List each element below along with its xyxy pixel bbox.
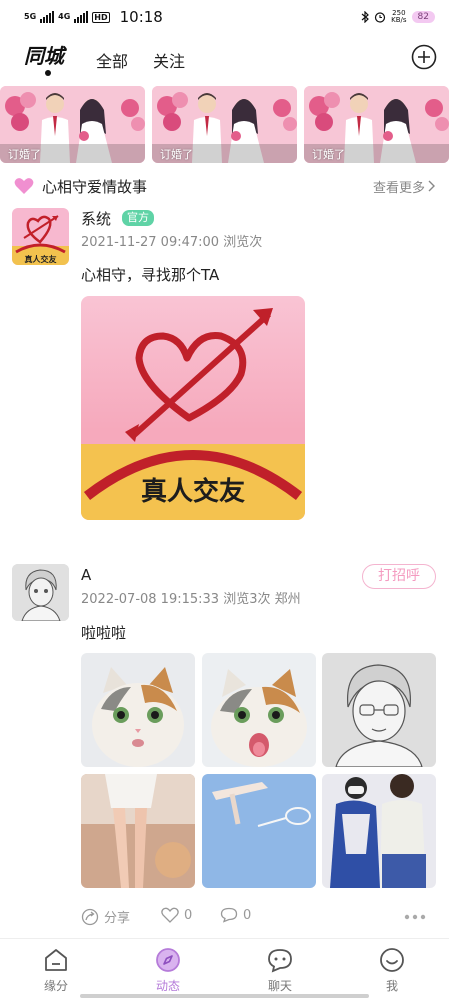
top-navigation: 同城 全部 关注 [0, 38, 449, 80]
post-thumbnail[interactable] [202, 774, 316, 888]
pink-heart-icon [14, 178, 34, 194]
cat-photo [81, 653, 195, 767]
tab-label: 动态 [155, 979, 180, 993]
story-banner[interactable]: 订婚了 [0, 86, 145, 163]
post-action-bar: 分享 0 0 [0, 905, 449, 929]
tab-fate[interactable]: 缘分 [16, 947, 96, 994]
see-more-link[interactable]: 查看更多 [373, 177, 435, 196]
net-speed-unit: KB/s [391, 16, 407, 24]
compass-icon [156, 948, 180, 972]
smile-icon [380, 948, 404, 972]
post-thumbnail[interactable] [81, 774, 195, 888]
official-badge: 官方 [122, 210, 154, 226]
tennis-racket-photo [202, 774, 316, 888]
legs-photo [81, 774, 195, 888]
post-content: 心相守，寻找那个TA [81, 266, 220, 284]
two-people-photo [322, 774, 436, 888]
story-banner[interactable]: 订婚了 [304, 86, 449, 163]
feed-post: 真人交友 系统 官方 2021-11-27 09:47:00 浏览次 心相守，寻… [0, 208, 449, 538]
love-story-title: 心相守爱情故事 [42, 177, 148, 196]
sketch-boy-photo [322, 653, 436, 767]
chat-icon [268, 949, 292, 973]
heart-arrow-poster: 真人交友 [81, 296, 305, 520]
heart-arrow-logo: 真人交友 [12, 208, 69, 265]
bottom-tab-bar: 缘分 动态 聊天 我 [0, 938, 449, 1000]
love-story-header: 心相守爱情故事 查看更多 [0, 172, 449, 200]
banner-label: 订婚了 [312, 148, 345, 161]
status-bar: 5G 4G HD 10:18 250 KB/s 82 [0, 0, 449, 34]
post-meta: 2021-11-27 09:47:00 浏览次 [81, 235, 263, 250]
avatar-caption: 真人交友 [25, 254, 57, 264]
network-5g-label: 5G [24, 12, 37, 21]
tab-chat[interactable]: 聊天 [240, 947, 320, 994]
tab-label: 聊天 [267, 979, 292, 993]
signal-icon [40, 11, 55, 23]
signal-icon [74, 11, 89, 23]
comment-icon [220, 907, 238, 923]
feed-post: A 打招呼 2022-07-08 19:15:33 浏览3次 郑州 啦啦啦 [0, 564, 449, 904]
cat-photo [202, 653, 316, 767]
heart-outline-icon [161, 907, 179, 923]
post-author[interactable]: 系统 [81, 208, 111, 229]
share-icon [81, 908, 99, 925]
story-banner-strip: 订婚了 订婚了 订婚了 [0, 86, 449, 164]
network-4g-label: 4G [58, 12, 71, 21]
clock-time: 10:18 [119, 8, 163, 26]
home-indicator[interactable] [80, 994, 369, 998]
net-speed: 250 KB/s [391, 10, 406, 24]
tab-moments[interactable]: 动态 [128, 947, 208, 994]
share-button[interactable]: 分享 [81, 907, 130, 926]
post-meta: 2022-07-08 19:15:33 浏览3次 郑州 [81, 592, 301, 607]
comment-count: 0 [243, 907, 252, 923]
tab-label: 缘分 [43, 979, 68, 993]
like-count: 0 [184, 907, 193, 923]
chevron-right-icon [428, 180, 435, 192]
tab-all[interactable]: 全部 [96, 48, 128, 72]
tab-me[interactable]: 我 [352, 947, 432, 994]
post-thumbnail[interactable] [81, 653, 195, 767]
post-thumbnail[interactable] [322, 774, 436, 888]
plus-circle-icon[interactable] [411, 44, 437, 70]
active-tab-indicator [45, 70, 51, 76]
like-button[interactable]: 0 [161, 907, 192, 923]
avatar[interactable]: 真人交友 [12, 208, 69, 265]
tab-label: 我 [385, 979, 398, 993]
banner-label: 订婚了 [160, 148, 193, 161]
greet-button[interactable]: 打招呼 [362, 564, 436, 589]
avatar[interactable] [12, 564, 69, 621]
battery-indicator: 82 [411, 11, 435, 23]
post-content: 啦啦啦 [81, 624, 127, 642]
tab-following[interactable]: 关注 [153, 48, 185, 72]
home-icon [45, 949, 67, 971]
post-thumbnail[interactable] [322, 653, 436, 767]
sketch-boy-avatar [12, 564, 69, 621]
banner-label: 订婚了 [8, 148, 41, 161]
hd-voice-label: HD [92, 11, 110, 23]
bluetooth-icon [361, 11, 370, 23]
post-thumbnail[interactable] [202, 653, 316, 767]
comment-button[interactable]: 0 [220, 907, 251, 923]
share-label: 分享 [104, 911, 131, 926]
post-image[interactable]: 真人交友 [81, 296, 305, 520]
post-author[interactable]: A [81, 566, 91, 584]
story-banner[interactable]: 订婚了 [152, 86, 297, 163]
more-options-icon[interactable] [404, 914, 426, 920]
tab-local[interactable]: 同城 [24, 40, 64, 69]
see-more-label: 查看更多 [372, 180, 425, 196]
poster-caption: 真人交友 [141, 476, 245, 507]
alarm-icon [375, 12, 386, 23]
